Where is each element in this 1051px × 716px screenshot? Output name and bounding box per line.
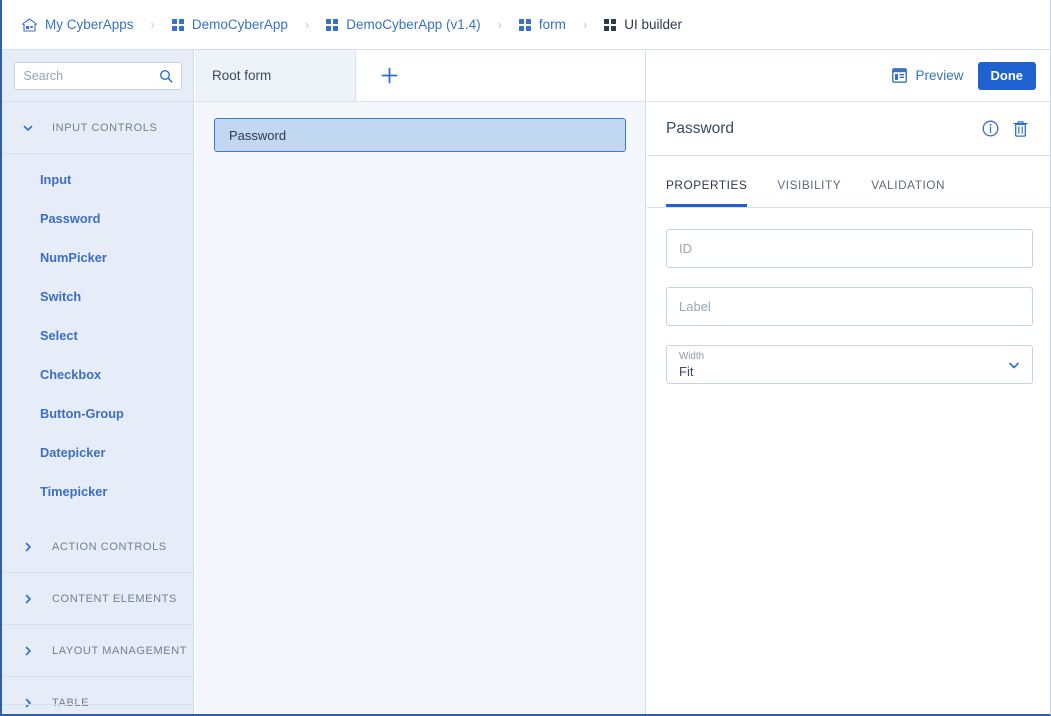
label-field-wrapper[interactable]: [666, 287, 1033, 326]
breadcrumb: My CyberApps › DemoCyberApp › DemoCyberA…: [2, 0, 1050, 50]
breadcrumb-separator: ›: [150, 17, 155, 32]
sidebar-item-timepicker[interactable]: Timepicker: [2, 472, 193, 511]
sidebar-item-label: Password: [40, 211, 101, 226]
sidebar-item-password[interactable]: Password: [2, 199, 193, 238]
sidebar-item-label: NumPicker: [40, 250, 107, 265]
sidebar-item-numpicker[interactable]: NumPicker: [2, 238, 193, 277]
id-field-wrapper[interactable]: [666, 229, 1033, 268]
sidebar-search-area: [2, 50, 193, 102]
breadcrumb-item-ui-builder[interactable]: UI builder: [604, 17, 682, 32]
chevron-right-icon: [25, 646, 31, 655]
section-title: ACTION CONTROLS: [52, 540, 167, 553]
panel-tabs: PROPERTIES VISIBILITY VALIDATION: [647, 156, 1050, 208]
id-field[interactable]: [667, 230, 1032, 267]
layout-preview-icon: [892, 68, 908, 83]
breadcrumb-separator: ›: [582, 17, 588, 32]
sidebar-divider: [2, 704, 193, 705]
sidebar-item-label: Datepicker: [40, 445, 106, 460]
home-icon: [22, 17, 37, 32]
sidebar-item-label: Timepicker: [40, 484, 108, 499]
sidebar-item-switch[interactable]: Switch: [2, 277, 193, 316]
width-select-value: Fit: [679, 364, 694, 379]
tab-visibility[interactable]: VISIBILITY: [777, 178, 841, 207]
panel-tab-label: PROPERTIES: [666, 178, 748, 192]
chevron-right-icon: [25, 542, 31, 551]
breadcrumb-item-democyberapp[interactable]: DemoCyberApp: [171, 17, 288, 32]
tab-validation[interactable]: VALIDATION: [871, 178, 945, 207]
sidebar-item-input[interactable]: Input: [2, 160, 193, 199]
form-canvas: Root form Password: [195, 50, 646, 714]
ui-builder-window: My CyberApps › DemoCyberApp › DemoCyberA…: [0, 0, 1051, 716]
sidebar-item-checkbox[interactable]: Checkbox: [2, 355, 193, 394]
breadcrumb-item-democyberapp-v14[interactable]: DemoCyberApp (v1.4): [326, 17, 481, 32]
sidebar-section-input-controls[interactable]: INPUT CONTROLS: [2, 102, 193, 154]
panel-tab-label: VISIBILITY: [777, 178, 842, 192]
tab-properties[interactable]: PROPERTIES: [666, 178, 748, 207]
search-box[interactable]: [13, 61, 182, 90]
info-icon: [982, 120, 998, 137]
section-title: TABLE: [52, 696, 90, 709]
section-title: LAYOUT MANAGEMENT: [52, 644, 188, 657]
grid-icon: [518, 18, 531, 31]
sidebar-section-table[interactable]: TABLE: [2, 677, 193, 714]
done-button[interactable]: Done: [977, 61, 1036, 90]
properties-panel: Preview Done Password PROPERTIES VISIBIL…: [647, 50, 1050, 714]
width-select[interactable]: Width Fit: [666, 345, 1033, 384]
sidebar-item-select[interactable]: Select: [2, 316, 193, 355]
panel-title-row: Password: [647, 102, 1050, 156]
breadcrumb-label: My CyberApps: [45, 17, 134, 32]
width-select-label: Width: [679, 351, 705, 362]
sidebar-section-layout-management[interactable]: LAYOUT MANAGEMENT: [2, 625, 193, 677]
info-button[interactable]: [975, 114, 1005, 144]
canvas-tabs: Root form: [195, 50, 645, 102]
breadcrumb-item-form[interactable]: form: [518, 17, 566, 32]
canvas-element-password[interactable]: Password: [214, 118, 626, 152]
sidebar-item-label: Input: [40, 172, 72, 187]
sidebar-item-label: Checkbox: [40, 367, 102, 382]
sidebar-item-button-group[interactable]: Button-Group: [2, 394, 193, 433]
breadcrumb-label: DemoCyberApp (v1.4): [346, 17, 481, 32]
panel-action-bar: Preview Done: [647, 50, 1050, 102]
preview-label: Preview: [915, 68, 964, 83]
breadcrumb-separator: ›: [497, 17, 502, 32]
trash-icon: [1012, 120, 1028, 137]
sidebar-item-label: Switch: [40, 289, 82, 304]
sidebar-item-label: Select: [40, 328, 78, 343]
sidebar-section-content-elements[interactable]: CONTENT ELEMENTS: [2, 573, 193, 625]
panel-tab-label: VALIDATION: [871, 178, 946, 192]
properties-form: Width Fit: [647, 208, 1050, 384]
components-sidebar: INPUT CONTROLS Input Password NumPicker …: [2, 50, 194, 714]
sidebar-item-label: Button-Group: [40, 406, 124, 421]
delete-button[interactable]: [1005, 114, 1035, 144]
canvas-body: Password: [195, 102, 645, 168]
add-tab-button[interactable]: [356, 50, 645, 101]
grid-icon: [171, 18, 184, 31]
sidebar-section-body-input-controls: Input Password NumPicker Switch Select C…: [2, 154, 193, 521]
breadcrumb-item-my-cyberapps[interactable]: My CyberApps: [22, 17, 134, 32]
label-field[interactable]: [667, 288, 1032, 325]
panel-title: Password: [666, 119, 735, 137]
section-title: INPUT CONTROLS: [52, 121, 158, 134]
sidebar-item-datepicker[interactable]: Datepicker: [2, 433, 193, 472]
search-input[interactable]: [14, 62, 181, 89]
chevron-right-icon: [25, 594, 31, 603]
breadcrumb-label: UI builder: [624, 17, 683, 32]
grid-icon: [326, 18, 339, 31]
section-title: CONTENT ELEMENTS: [52, 592, 177, 605]
breadcrumb-label: form: [538, 17, 566, 32]
canvas-element-label: Password: [229, 127, 287, 143]
preview-button[interactable]: Preview: [892, 68, 964, 83]
breadcrumb-separator: ›: [304, 17, 310, 32]
chevron-right-icon: [25, 698, 31, 707]
breadcrumb-label: DemoCyberApp: [191, 17, 288, 32]
chevron-down-icon: [1009, 362, 1019, 368]
tab-root-form[interactable]: Root form: [195, 50, 356, 101]
grid-icon: [604, 18, 617, 31]
chevron-down-icon: [23, 125, 33, 131]
sidebar-section-action-controls[interactable]: ACTION CONTROLS: [2, 521, 193, 573]
plus-icon: [381, 67, 398, 84]
tab-label: Root form: [212, 68, 272, 83]
